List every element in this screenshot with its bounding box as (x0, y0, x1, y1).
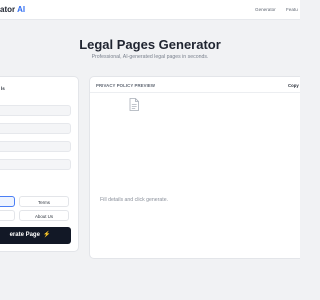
details-form-card: ls Terms About Us erate Page ⚡ (0, 76, 79, 252)
preview-card: PRIVACY POLICY PREVIEW Copy (89, 76, 300, 259)
email-field[interactable] (0, 141, 71, 152)
generate-label: erate Page (9, 232, 40, 238)
page-type-option-contact[interactable] (0, 210, 15, 221)
empty-state-message: Fill details and click generate. (100, 197, 169, 203)
page-subtitle: Professional, AI-generated legal pages i… (91, 54, 209, 60)
website-url-field[interactable] (0, 123, 71, 134)
nav-link-generator[interactable]: Generator (255, 7, 276, 12)
page-type-option-terms[interactable]: Terms (19, 196, 69, 207)
company-name-field[interactable] (0, 105, 71, 116)
lightning-icon: ⚡ (42, 232, 51, 238)
copy-button[interactable]: Copy (288, 83, 299, 88)
nav-link-features[interactable]: Featu (286, 7, 298, 12)
page-type-option-privacy[interactable] (0, 196, 15, 207)
form-section-title: ls (1, 86, 5, 91)
country-field[interactable] (0, 159, 71, 170)
brand-logo[interactable]: ator AI (0, 5, 25, 14)
page-title: Legal Pages Generator (79, 37, 221, 52)
brand-accent: AI (17, 5, 26, 14)
generate-page-button[interactable]: erate Page ⚡ (0, 227, 71, 244)
document-icon (129, 98, 139, 111)
brand-text: ator (0, 5, 16, 14)
page: ator AI Generator Featu Legal Pages Gener… (0, 0, 300, 300)
top-nav: ator AI Generator Featu (0, 0, 300, 20)
page-type-option-about[interactable]: About Us (19, 210, 69, 221)
preview-header: PRIVACY POLICY PREVIEW Copy (90, 77, 300, 93)
preview-title: PRIVACY POLICY PREVIEW (96, 83, 156, 88)
